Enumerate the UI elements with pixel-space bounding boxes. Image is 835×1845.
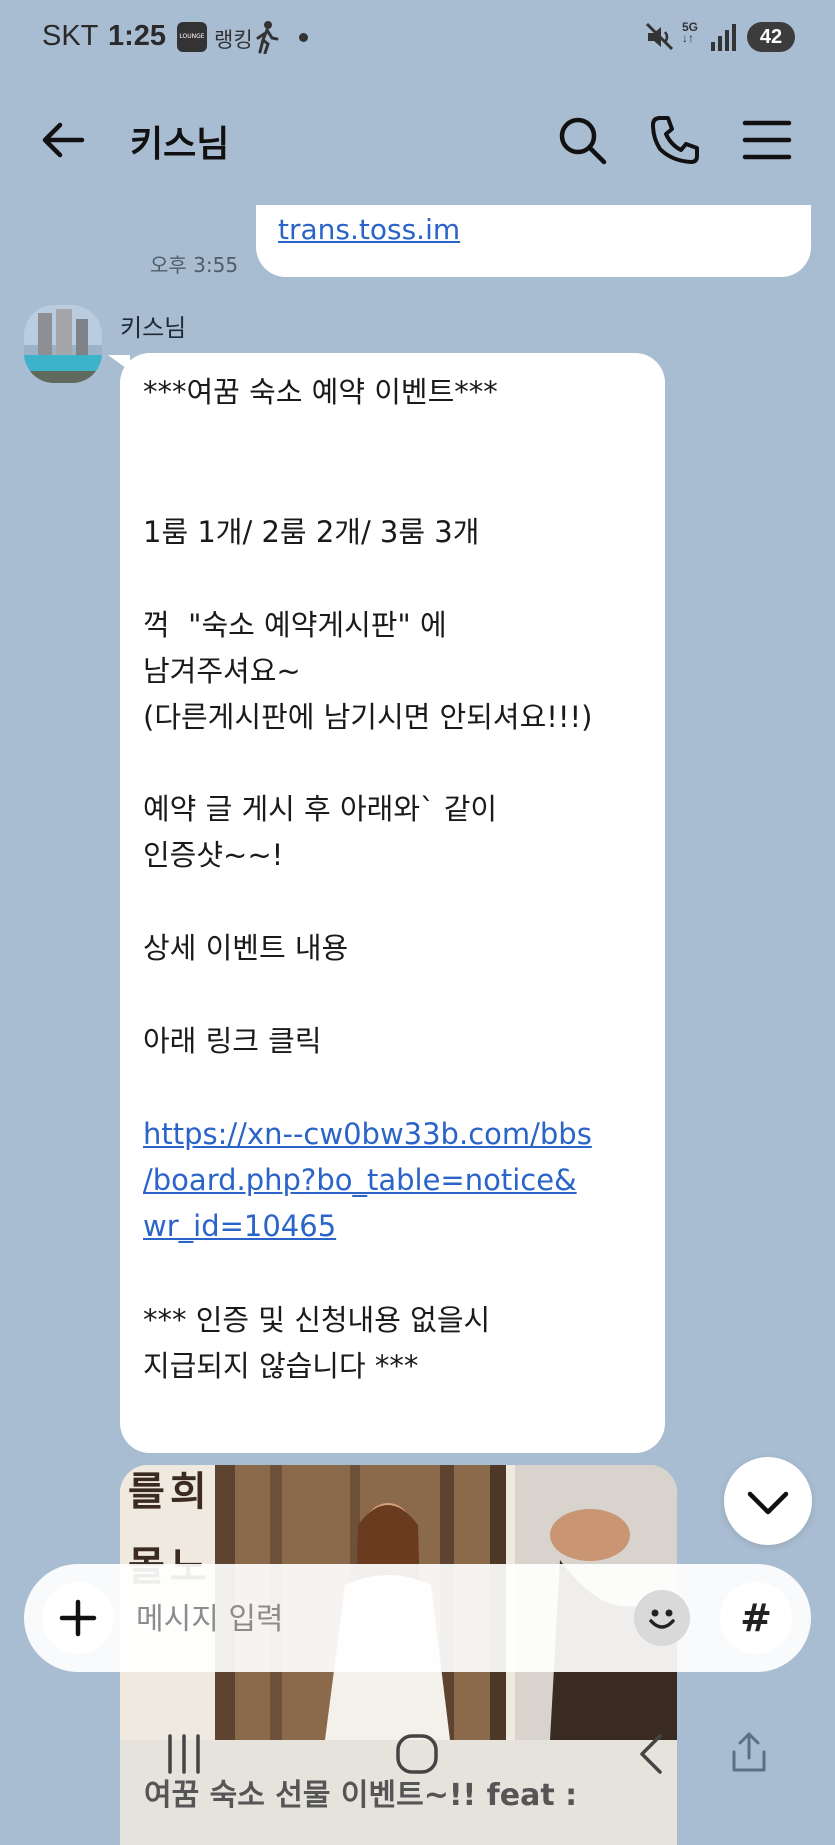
clock-time: 1:25 — [108, 20, 167, 52]
menu-icon — [742, 120, 792, 160]
message-input[interactable] — [134, 1593, 618, 1645]
notification-dot-icon — [299, 33, 308, 42]
chat-title: 키스님 — [130, 124, 230, 165]
call-button[interactable] — [648, 113, 702, 167]
sender-name: 키스님 — [120, 314, 187, 342]
system-back-button[interactable] — [630, 1730, 670, 1778]
message-timestamp: 오후 3:55 — [150, 253, 239, 277]
search-icon — [559, 117, 607, 165]
signal-icon — [710, 22, 738, 56]
message-line: 상세 이벤트 내용 — [143, 931, 349, 965]
recent-apps-button[interactable] — [160, 1730, 208, 1778]
battery-indicator: 42 — [747, 22, 795, 52]
phone-icon — [651, 116, 699, 164]
message-line: 아래 링크 클릭 — [143, 1024, 322, 1058]
chat-header: 키스님 — [0, 95, 835, 185]
smiley-icon — [649, 1609, 675, 1629]
ranking-label: 랭킹 — [214, 28, 253, 52]
chevron-down-icon — [747, 1491, 789, 1515]
lounge-app-icon: LOUNGE — [177, 22, 207, 52]
network-type-icon: 5G ↓↑ — [682, 20, 699, 45]
event-link[interactable]: wr_id=10465 — [143, 1203, 336, 1249]
recents-icon — [168, 1734, 200, 1774]
message-line: 지급되지 않습니다 *** — [143, 1349, 419, 1383]
system-nav-bar — [0, 1720, 835, 1809]
attach-button[interactable] — [42, 1582, 114, 1654]
message-line: 남겨주셔요~ — [143, 654, 301, 688]
share-button[interactable] — [726, 1728, 772, 1778]
message-line: 인증샷~~! — [143, 838, 284, 872]
carrier-label: SKT — [42, 20, 99, 52]
toss-link[interactable]: trans.toss.im — [278, 213, 460, 246]
scroll-to-bottom-button[interactable] — [724, 1457, 812, 1545]
event-link[interactable]: https://xn--cw0bw33b.com/bbs — [143, 1111, 592, 1157]
network-label: 5G — [682, 20, 699, 34]
emoji-button[interactable] — [634, 1590, 690, 1646]
message-line: *** 인증 및 신청내용 없을시 — [143, 1303, 491, 1337]
message-line: ***여꿈 숙소 예약 이벤트*** — [143, 375, 498, 409]
walking-icon — [254, 20, 280, 58]
menu-button[interactable] — [740, 113, 794, 167]
mute-icon — [645, 22, 675, 56]
sender-avatar[interactable] — [24, 305, 102, 383]
plus-icon — [59, 1599, 97, 1637]
svg-text:를: 를 — [128, 1468, 165, 1515]
message-line: (다른게시판에 남기시면 안되셔요!!!) — [143, 700, 593, 734]
home-button[interactable] — [392, 1728, 444, 1780]
home-icon — [396, 1734, 438, 1774]
back-arrow-icon — [42, 122, 85, 158]
svg-text:희: 희 — [170, 1468, 207, 1515]
search-button[interactable] — [555, 113, 609, 167]
avatar-photo-icon — [24, 305, 102, 383]
message-line: 꺽 "숙소 예약게시판" 에 — [143, 608, 447, 642]
hashtag-button[interactable]: # — [720, 1582, 792, 1654]
back-button[interactable] — [38, 115, 88, 165]
share-icon — [732, 1732, 766, 1772]
message-line: 예약 글 게시 후 아래와` 같이 — [143, 792, 498, 826]
status-bar: SKT 1:25 LOUNGE 랭킹 5G ↓↑ 42 — [0, 0, 835, 80]
message-line: 1룸 1개/ 2룸 2개/ 3룸 3개 — [143, 515, 480, 549]
event-link[interactable]: /board.php?bo_table=notice& — [143, 1157, 577, 1203]
chevron-left-icon — [640, 1734, 662, 1774]
